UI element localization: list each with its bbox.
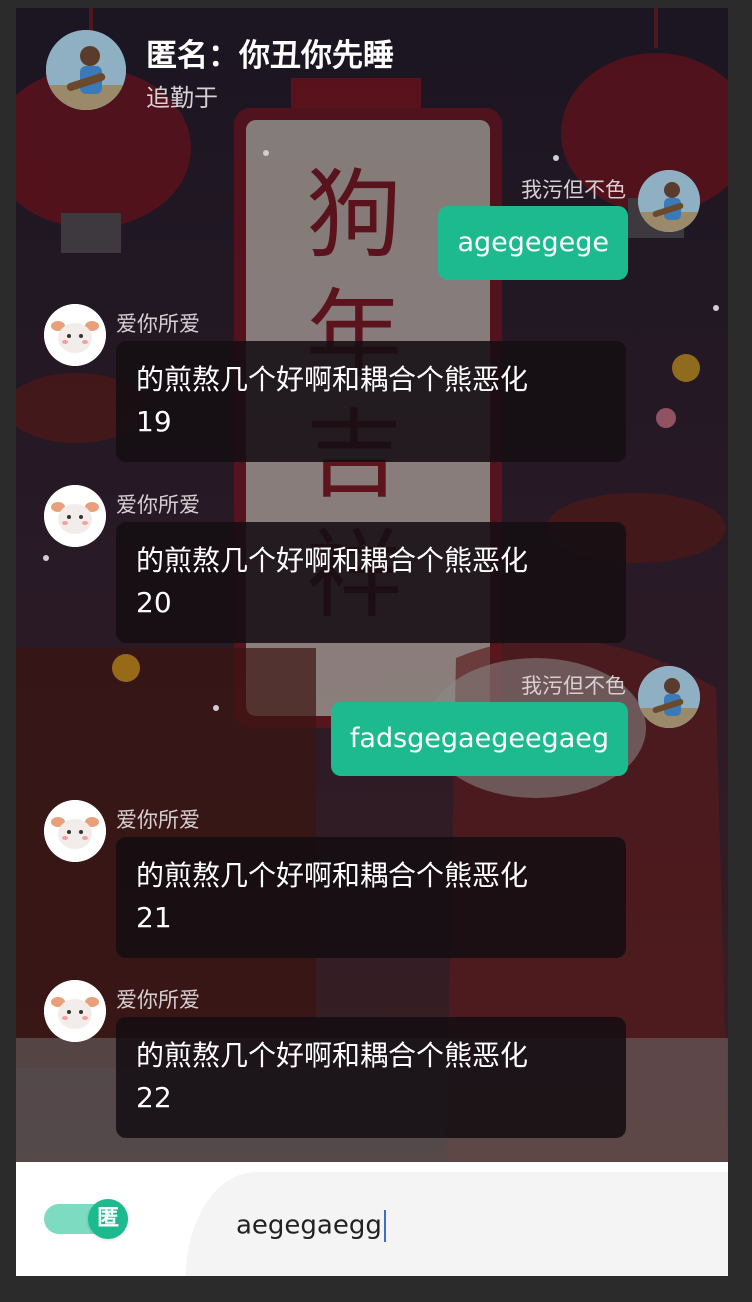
guitarist-avatar-icon bbox=[638, 666, 700, 728]
message-text: 的煎熬几个好啊和耦合个熊恶化 bbox=[136, 544, 529, 577]
sheep-avatar-icon bbox=[44, 800, 106, 862]
sender-name: 我污但不色 bbox=[521, 178, 626, 202]
guitarist-avatar-icon bbox=[46, 30, 126, 110]
sender-avatar[interactable] bbox=[44, 485, 106, 547]
anonymous-toggle-knob[interactable]: 匿 bbox=[88, 1199, 128, 1239]
anonymous-toggle[interactable]: 匿 bbox=[44, 1199, 128, 1239]
message-text: 19 bbox=[136, 405, 172, 438]
message-text: 的煎熬几个好啊和耦合个熊恶化 bbox=[136, 859, 529, 892]
message-bubble-incoming[interactable]: 的煎熬几个好啊和耦合个熊恶化 22 bbox=[116, 1017, 626, 1138]
message-text: 20 bbox=[136, 586, 172, 619]
message-input-value: aegegaegg bbox=[236, 1210, 382, 1241]
message-bubble-incoming[interactable]: 的煎熬几个好啊和耦合个熊恶化 20 bbox=[116, 522, 626, 643]
sender-avatar[interactable] bbox=[44, 800, 106, 862]
message-text: 22 bbox=[136, 1081, 172, 1114]
sender-name: 爱你所爱 bbox=[116, 808, 200, 832]
sender-name: 爱你所爱 bbox=[116, 493, 200, 517]
group-avatar[interactable] bbox=[46, 30, 126, 110]
sender-avatar[interactable] bbox=[638, 666, 700, 728]
guitarist-avatar-icon bbox=[638, 170, 700, 232]
sheep-avatar-icon bbox=[44, 980, 106, 1042]
svg-text:狗: 狗 bbox=[306, 159, 402, 271]
message-text: 21 bbox=[136, 901, 172, 934]
chat-title: 匿名：你丑你先睡 bbox=[146, 38, 394, 74]
chat-header: 匿名：你丑你先睡 追勤于 bbox=[16, 8, 728, 118]
message-bubble-incoming[interactable]: 的煎熬几个好啊和耦合个熊恶化 19 bbox=[116, 341, 626, 462]
sheep-avatar-icon bbox=[44, 304, 106, 366]
sender-avatar[interactable] bbox=[44, 304, 106, 366]
message-input-area[interactable]: aegegaegg bbox=[186, 1172, 728, 1276]
text-caret bbox=[383, 1210, 386, 1242]
message-input-bar: 匿 aegegaegg bbox=[16, 1162, 728, 1276]
sender-name: 我污但不色 bbox=[521, 674, 626, 698]
sender-name: 爱你所爱 bbox=[116, 312, 200, 336]
chat-subtitle: 追勤于 bbox=[146, 84, 218, 112]
message-text: 的煎熬几个好啊和耦合个熊恶化 bbox=[136, 363, 529, 396]
message-bubble-outgoing[interactable]: fadsgegaegeegaeg bbox=[330, 702, 628, 776]
chat-screen: 狗 年 吉 祥 bbox=[16, 8, 728, 1276]
sender-avatar[interactable] bbox=[638, 170, 700, 232]
sheep-avatar-icon bbox=[44, 485, 106, 547]
sender-name: 爱你所爱 bbox=[116, 988, 200, 1012]
message-text: 的煎熬几个好啊和耦合个熊恶化 bbox=[136, 1039, 529, 1072]
message-bubble-incoming[interactable]: 的煎熬几个好啊和耦合个熊恶化 21 bbox=[116, 837, 626, 958]
message-input[interactable]: aegegaegg bbox=[236, 1210, 386, 1242]
sender-avatar[interactable] bbox=[44, 980, 106, 1042]
message-bubble-outgoing[interactable]: agegegege bbox=[438, 206, 628, 280]
